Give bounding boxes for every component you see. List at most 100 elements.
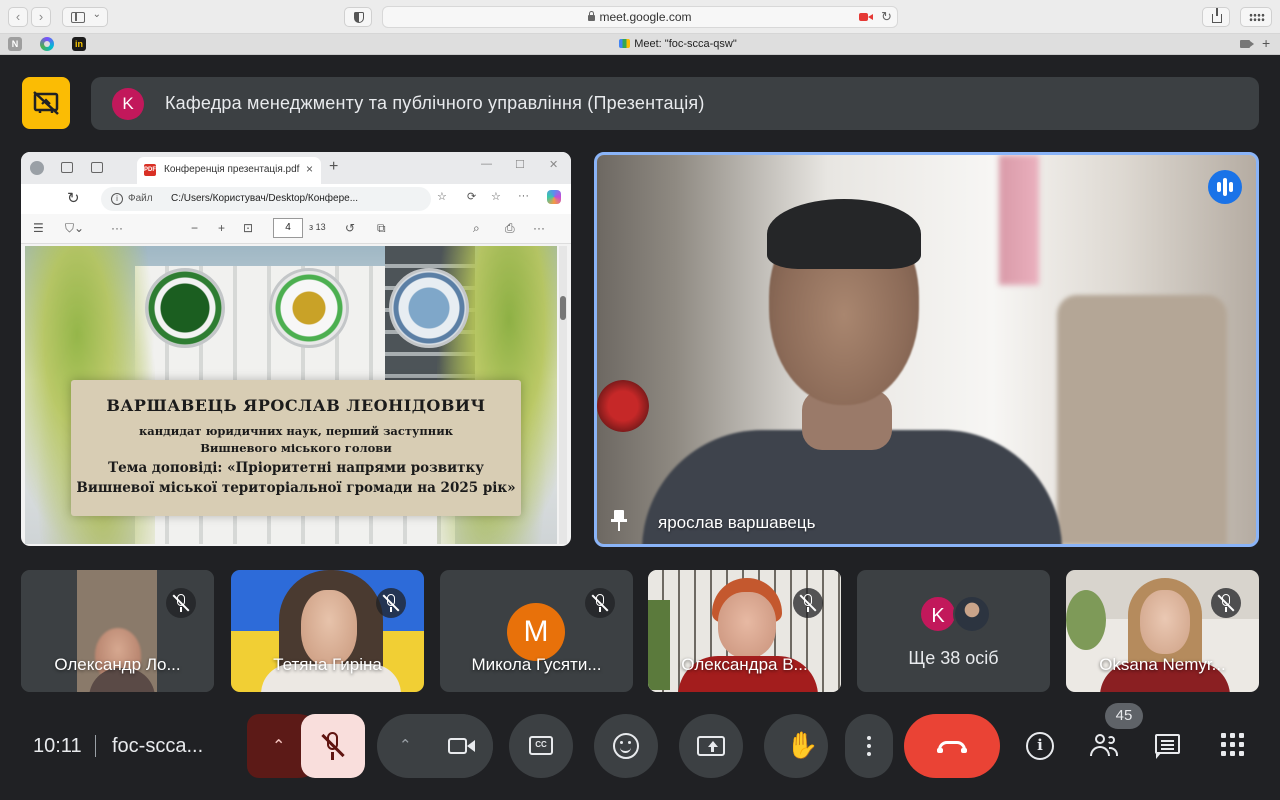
profile-icon bbox=[30, 161, 44, 175]
camera-in-use-icon[interactable] bbox=[859, 12, 873, 22]
browser-toolbar: ‹ › ⌄ meet.google.com ↻ bbox=[0, 0, 1280, 34]
copilot-icon bbox=[547, 190, 561, 204]
sidebar-toggle-button[interactable]: ⌄ bbox=[62, 7, 108, 27]
presentation-lock-button[interactable] bbox=[22, 77, 70, 129]
emblem-3 bbox=[389, 268, 469, 348]
active-tab-title: Meet: "foc-scca-qsw" bbox=[634, 38, 737, 50]
speaker-video-object bbox=[597, 380, 649, 432]
chat-button[interactable] bbox=[1154, 732, 1182, 760]
muted-mic-icon bbox=[376, 588, 406, 618]
info-icon: i bbox=[1037, 736, 1043, 754]
speaker-name: ярослав варшавець bbox=[658, 513, 816, 532]
pdf-scrollbar bbox=[559, 246, 567, 544]
slide-line-5: Вишневої міської територіальної громади … bbox=[76, 480, 516, 496]
reload-icon[interactable]: ↻ bbox=[881, 9, 892, 25]
pdf-tab-title: Конференція презентація.pdf bbox=[164, 164, 300, 175]
chevron-up-icon: ⌃ bbox=[272, 738, 286, 755]
tab-overview-button[interactable] bbox=[1240, 7, 1272, 27]
slide-line-4: Тема доповіді: «Пріоритетні напрями розв… bbox=[108, 460, 484, 476]
speaker-name-row: ярослав варшавець bbox=[597, 500, 1256, 544]
collections-icon bbox=[61, 162, 73, 173]
leave-call-button[interactable] bbox=[904, 714, 1000, 778]
share-button[interactable] bbox=[1202, 7, 1230, 27]
more-options-button[interactable] bbox=[845, 714, 893, 778]
raise-hand-button[interactable]: ✋ bbox=[764, 714, 828, 778]
video-options-chevron-icon[interactable]: ⌃ bbox=[399, 736, 412, 754]
participant-name: Oksana Nemyr... bbox=[1099, 655, 1226, 674]
muted-mic-icon bbox=[585, 588, 615, 618]
minimize-icon: — bbox=[481, 158, 492, 170]
meeting-details-button[interactable]: i bbox=[1026, 732, 1054, 760]
active-tab[interactable]: Meet: "foc-scca-qsw" bbox=[0, 38, 1280, 50]
end-call-icon bbox=[937, 741, 967, 753]
participant-tile[interactable]: Тетяна Гиріна bbox=[231, 570, 424, 692]
print-icon: ⎙ bbox=[505, 221, 515, 235]
present-screen-button[interactable] bbox=[679, 714, 743, 778]
shared-browser-tabbar: PDF Конференція презентація.pdf × + — ☐ … bbox=[21, 152, 571, 184]
hand-icon: ✋ bbox=[786, 730, 819, 760]
participant-count-badge: 45 bbox=[1105, 703, 1143, 729]
pin-icon[interactable] bbox=[611, 510, 627, 534]
address-bar[interactable]: meet.google.com ↻ bbox=[382, 6, 898, 28]
participant-face bbox=[718, 592, 776, 658]
participant-tile[interactable]: M Микола Гусяти... bbox=[440, 570, 633, 692]
presenter-avatar: K bbox=[112, 88, 144, 120]
participant-face bbox=[1140, 590, 1190, 654]
speaker-video-hair bbox=[767, 199, 921, 269]
new-tab-button[interactable]: + bbox=[1262, 35, 1270, 51]
muted-mic-icon bbox=[793, 588, 823, 618]
pdf-toolbar: ☰ ⛉⌄ ··· − + ⊡ 4 з 13 ↺ ⧉ ⌕ ⎙ ··· bbox=[21, 214, 571, 244]
divider bbox=[95, 735, 96, 757]
share-icon bbox=[1212, 8, 1222, 23]
participant-tile[interactable]: Олександр Ло... bbox=[21, 570, 214, 692]
participant-tile[interactable]: Oksana Nemyr... bbox=[1066, 570, 1259, 692]
close-icon: × bbox=[305, 162, 313, 176]
url-value: meet.google.com bbox=[599, 10, 692, 24]
close-window-icon: ✕ bbox=[549, 159, 559, 171]
rotate-icon: ↺ bbox=[345, 221, 356, 235]
unmute-button[interactable] bbox=[301, 714, 365, 778]
presentation-slide: ВАРШАВЕЦЬ ЯРОСЛАВ ЛЕОНІДОВИЧ кандидат юр… bbox=[25, 246, 557, 544]
captions-button[interactable]: CC bbox=[509, 714, 573, 778]
pdf-more-icon: ··· bbox=[533, 221, 545, 235]
speaker-tile[interactable]: ярослав варшавець bbox=[594, 152, 1259, 547]
camera-button[interactable] bbox=[429, 714, 493, 778]
shared-screen-tile[interactable]: PDF Конференція презентація.pdf × + — ☐ … bbox=[21, 152, 571, 546]
camera-controls: ⌃ bbox=[377, 714, 493, 778]
more-participants-tile[interactable]: K Ще 38 осіб bbox=[857, 570, 1050, 692]
pdf-icon: PDF bbox=[144, 164, 156, 176]
participant-tile[interactable]: Олександра В... bbox=[648, 570, 841, 692]
back-button[interactable]: ‹ bbox=[8, 7, 28, 27]
more-icon: ··· bbox=[518, 190, 529, 202]
forward-button[interactable]: › bbox=[31, 7, 51, 27]
page-number-field: 4 bbox=[273, 218, 303, 238]
lock-icon bbox=[588, 11, 596, 21]
refresh-icon: ↻ bbox=[67, 190, 80, 207]
camera-icon bbox=[1240, 40, 1254, 48]
muted-mic-icon bbox=[166, 588, 196, 618]
contents-icon: ☰ bbox=[33, 221, 44, 235]
privacy-report-button[interactable] bbox=[344, 7, 372, 27]
participant-avatar-photo bbox=[953, 595, 991, 633]
people-button[interactable] bbox=[1089, 732, 1118, 760]
highlight-icon: ⛉⌄ bbox=[65, 221, 85, 235]
file-path: C:/Users/Користувач/Desktop/Конфере... bbox=[171, 193, 359, 204]
tab-actions-icon bbox=[91, 162, 103, 173]
reactions-button[interactable] bbox=[594, 714, 658, 778]
participant-name: Олександра В... bbox=[681, 655, 808, 674]
grid-icon bbox=[1249, 13, 1265, 22]
participant-avatar: K bbox=[919, 595, 957, 633]
participant-plant bbox=[1066, 590, 1106, 650]
sidebar-icon bbox=[71, 12, 85, 23]
meeting-code: foc-scca... bbox=[112, 735, 204, 757]
emoji-icon bbox=[613, 733, 639, 759]
speaker-plaque: ВАРШАВЕЦЬ ЯРОСЛАВ ЛЕОНІДОВИЧ кандидат юр… bbox=[71, 380, 521, 516]
present-off-icon bbox=[33, 91, 59, 115]
more-vert-icon bbox=[867, 736, 871, 740]
more-tools-icon: ··· bbox=[111, 221, 123, 235]
activities-button[interactable] bbox=[1220, 732, 1248, 760]
extensions-icon: ⟳ bbox=[467, 191, 477, 203]
present-screen-icon bbox=[697, 736, 725, 756]
slide-line-3: Вишневого міського голови bbox=[200, 441, 392, 455]
tab-strip: N in Meet: "foc-scca-qsw" + bbox=[0, 34, 1280, 55]
